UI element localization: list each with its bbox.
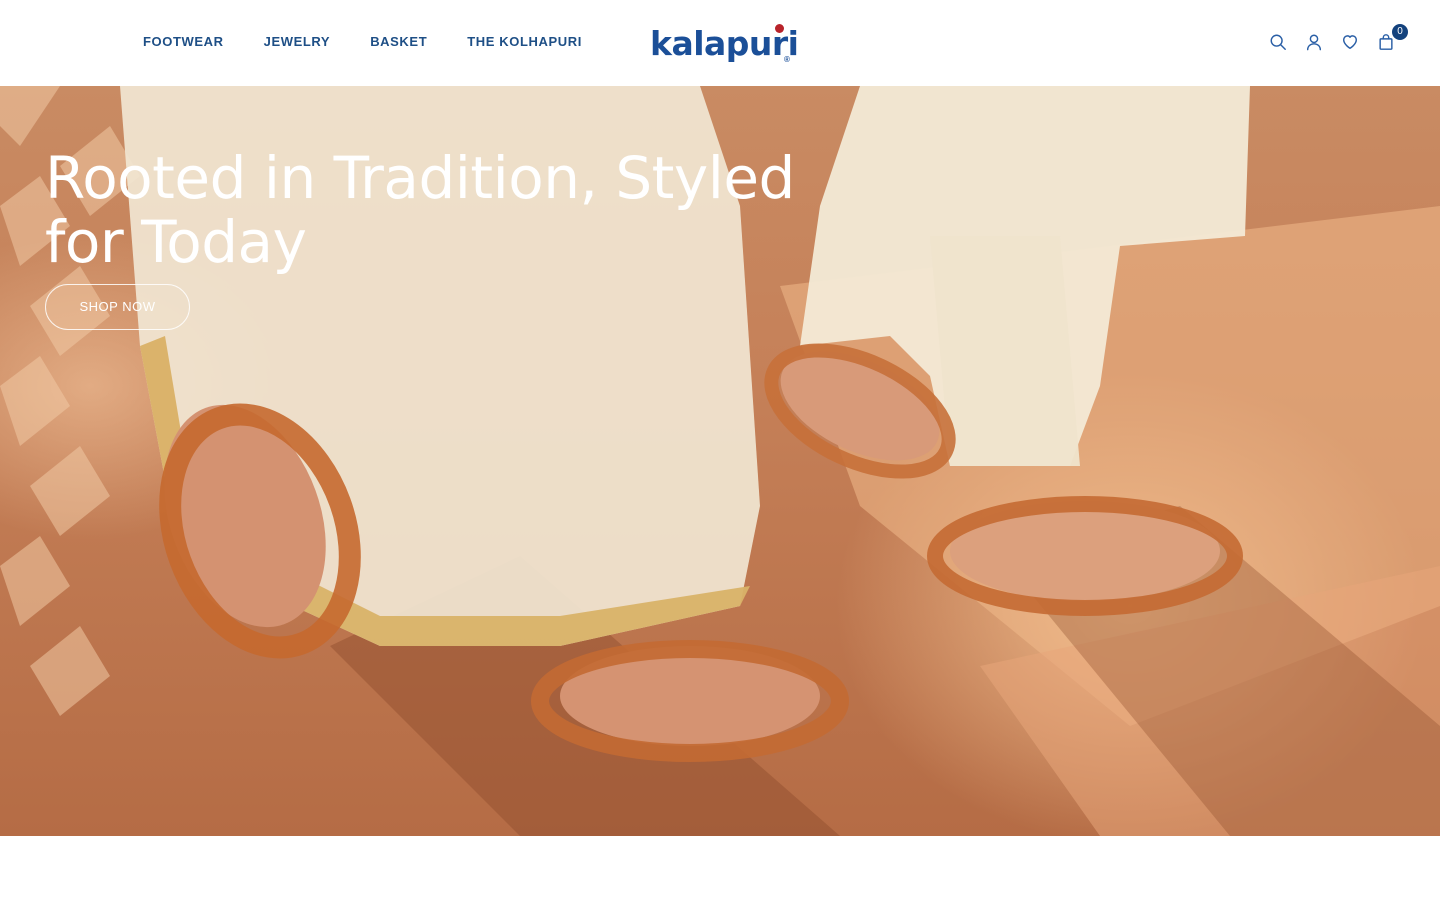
wishlist-button[interactable] xyxy=(1340,30,1360,54)
logo-dot xyxy=(775,24,784,33)
account-button[interactable] xyxy=(1304,30,1324,54)
user-icon xyxy=(1306,34,1322,51)
site-header: FOOTWEAR JEWELRY BASKET THE KOLHAPURI ka… xyxy=(0,0,1440,86)
logo-registered-mark: ® xyxy=(784,55,790,64)
header-actions: 0 xyxy=(1268,24,1408,54)
heart-icon xyxy=(1342,35,1358,50)
hero-banner: Rooted in Tradition, Styled for Today SH… xyxy=(0,86,1440,836)
cart-button[interactable]: 0 xyxy=(1376,24,1408,54)
nav-item-jewelry[interactable]: JEWELRY xyxy=(264,34,331,49)
nav-item-footwear[interactable]: FOOTWEAR xyxy=(143,34,224,49)
page-content-below-hero xyxy=(0,836,1440,900)
search-icon xyxy=(1270,34,1286,50)
nav-item-the-kolhapuri[interactable]: THE KOLHAPURI xyxy=(467,34,582,49)
shop-now-button[interactable]: SHOP NOW xyxy=(45,284,190,330)
main-nav: FOOTWEAR JEWELRY BASKET THE KOLHAPURI xyxy=(143,34,582,49)
cart-count-badge: 0 xyxy=(1392,24,1408,40)
nav-item-basket[interactable]: BASKET xyxy=(370,34,427,49)
hero-content: Rooted in Tradition, Styled for Today SH… xyxy=(45,146,845,330)
search-button[interactable] xyxy=(1268,30,1288,54)
brand-logo[interactable]: kalapuri ® xyxy=(650,22,799,68)
hero-title: Rooted in Tradition, Styled for Today xyxy=(45,144,795,276)
